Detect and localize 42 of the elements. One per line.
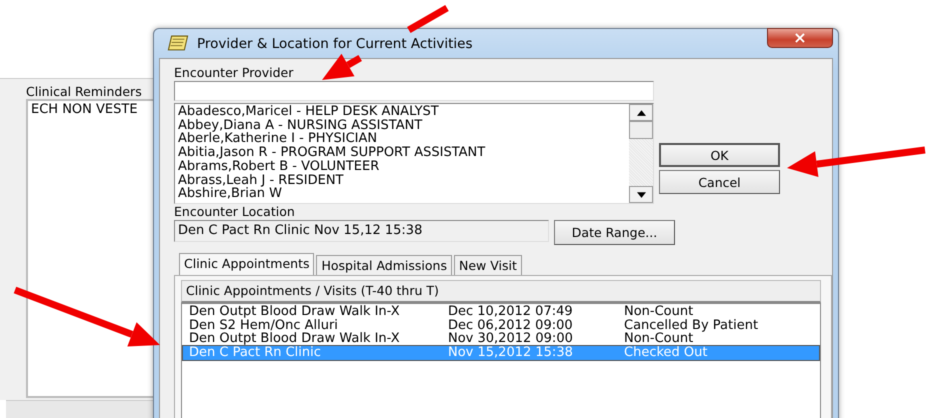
notepad-icon [167,35,189,52]
appointment-row[interactable]: Den Outpt Blood Draw Walk In-X Nov 30,2012 09:00 Non-Count [183,332,819,346]
field-label: Encounter Location [174,204,296,220]
appointment-status: Non-Count [624,305,694,319]
appointment-row[interactable]: Den Outpt Blood Draw Walk In-X Dec 10,2012 07:49 Non-Count [183,305,819,319]
location-field: Den C Pact Rn Clinic Nov 15,12 15:38 [174,220,549,242]
scroll-down-icon[interactable] [629,186,653,203]
ok-button[interactable]: OK [659,143,780,167]
clinic-name: Den C Pact Rn Clinic [189,346,322,360]
provider-item[interactable]: Abrams,Robert B - VOLUNTEER [178,160,626,174]
appointment-date: Dec 10,2012 07:49 [448,305,574,319]
scroll-up-icon[interactable] [629,104,653,121]
clinic-name: Den S2 Hem/Onc Alluri [189,318,339,332]
panel-label: Clinical Reminders [26,84,143,99]
tab[interactable]: Clinic Appointments [179,253,314,275]
appointment-status: Non-Count [624,332,694,346]
tab[interactable]: New Visit [454,255,522,275]
scrollbar[interactable] [629,104,653,203]
appointment-status: Checked Out [624,346,708,360]
clinic-name: Den Outpt Blood Draw Walk In-X [189,305,401,319]
provider-item[interactable]: Abadesco,Maricel - HELP DESK ANALYST [178,105,626,119]
appointment-date: Dec 06,2012 09:00 [448,318,574,332]
clinic-name: Den Outpt Blood Draw Walk In-X [189,332,401,346]
scroll-thumb[interactable] [629,121,653,139]
appointment-date: Nov 30,2012 09:00 [448,332,574,346]
date-range-button[interactable]: Date Range... [554,220,675,245]
provider-item[interactable]: Abrass,Leah J - RESIDENT [178,174,626,188]
appointment-status: Cancelled By Patient [624,318,760,332]
provider-input-field[interactable] [174,81,654,101]
close-button[interactable]: × [767,28,833,48]
cancel-button[interactable]: Cancel [659,170,780,194]
reminder-item[interactable]: ECH NON VESTE [31,102,157,117]
tab[interactable]: Hospital Admissions [316,255,452,275]
field-label: Encounter Provider [174,65,294,81]
provider-item[interactable]: Abitia,Jason R - PROGRAM SUPPORT ASSISTANT [178,146,626,160]
appointment-row[interactable]: Den S2 Hem/Onc Alluri Dec 06,2012 09:00 Cancelled By Patient [183,318,819,332]
provider-item[interactable]: Abbey,Diana A - NURSING ASSISTANT [178,118,626,132]
list-header: Clinic Appointments / Visits (T-40 thru T) [181,280,821,303]
window-title: Provider & Location for Current Activities [197,36,473,52]
appointment-date: Nov 15,2012 15:38 [448,346,574,360]
provider-item[interactable]: Aberle,Katherine I - PHYSICIAN [178,132,626,146]
provider-item[interactable]: Abshire,Brian W [178,187,626,201]
